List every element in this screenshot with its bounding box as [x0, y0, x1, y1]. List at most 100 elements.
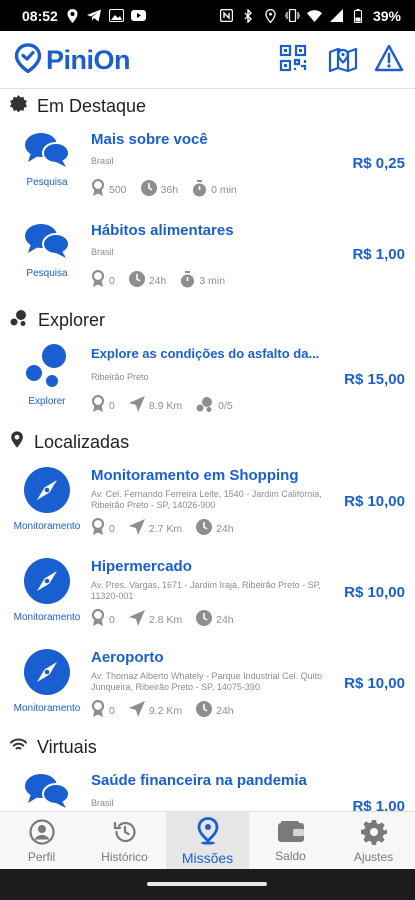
mission-title: Monitoramento em Shopping [91, 467, 299, 484]
mission-price: R$ 10,00 [344, 493, 405, 510]
mission-price: R$ 1,00 [352, 798, 405, 811]
medal-icon [91, 699, 105, 721]
map-button[interactable] [326, 43, 360, 77]
section-title: Virtuais [37, 736, 97, 757]
meta-points: 0 [91, 517, 115, 539]
qr-code-button[interactable] [276, 43, 310, 77]
meta-duration: 24h [128, 271, 167, 290]
bluetooth-icon [241, 8, 256, 23]
nav-label: Perfil [27, 849, 56, 864]
mission-card[interactable]: Monitoramento Aeroporto Av. Thomaz Alber… [0, 649, 415, 739]
section-header-em-destaque: Em Destaque [10, 91, 146, 121]
navigation-icon [128, 519, 145, 538]
location-pin-icon [65, 8, 80, 23]
app-header: PiniOn [0, 31, 415, 89]
mission-icon-wrap: Monitoramento [8, 558, 86, 642]
compass-icon [24, 467, 70, 518]
mission-icon-wrap: Monitoramento [8, 649, 86, 733]
missions-list[interactable]: Em Destaque Pesquisa Mais sobre você Bra… [0, 89, 415, 811]
navigation-icon [128, 701, 145, 720]
clock-icon [196, 519, 213, 538]
meta-points-value: 0 [109, 399, 115, 412]
nav-item-ajustes[interactable]: Ajustes [332, 812, 415, 870]
clock-icon [196, 610, 213, 629]
meta-duration-value: 24h [216, 704, 234, 717]
mission-address: Av. Cel. Fernando Ferreira Leite, 1540 -… [91, 489, 322, 510]
section-header-virtuais: Virtuais [10, 732, 97, 762]
mission-address: Av. Pres. Vargas, 1671 - Jardim Irajá, R… [91, 580, 321, 601]
medal-icon [91, 269, 105, 291]
nfc-icon [219, 8, 234, 23]
alert-button[interactable] [372, 43, 406, 77]
mission-card[interactable]: Monitoramento Monitoramento em Shopping … [0, 467, 415, 557]
home-gesture-handle[interactable] [147, 882, 267, 886]
location-pin-icon [197, 816, 219, 848]
explorer-dots-icon [24, 344, 70, 393]
nav-item-saldo[interactable]: Saldo [249, 812, 332, 870]
mission-meta: 500 36h 0 min [91, 178, 247, 200]
meta-points: 0 [91, 608, 115, 630]
meta-points-value: 0 [109, 274, 115, 287]
clock-icon [196, 701, 213, 720]
section-title: Explorer [38, 309, 106, 330]
wifi-icon [10, 738, 27, 756]
mission-price: R$ 10,00 [344, 675, 405, 692]
system-gesture-bar [0, 869, 415, 900]
dots-icon [196, 396, 214, 415]
mission-location: Brasil [91, 156, 114, 166]
location-icon [263, 8, 278, 23]
mission-icon-wrap: Pesquisa [8, 222, 86, 306]
mission-card[interactable]: Pesquisa Hábitos alimentares Brasil 0 24… [0, 222, 415, 312]
status-bar: 08:52 39% [0, 0, 415, 31]
meta-points-value: 0 [109, 522, 115, 535]
logo-pin-icon [14, 43, 42, 78]
status-right: 39% [219, 8, 401, 24]
dots-icon [10, 309, 28, 331]
section-title: Em Destaque [37, 95, 147, 116]
meta-distance-value: 2.7 Km [148, 522, 183, 535]
logo-text: PiniOn [46, 45, 131, 75]
mission-category: Pesquisa [26, 177, 68, 188]
section-header-localizadas: Localizadas [10, 427, 129, 457]
meta-points: 500 [91, 178, 127, 200]
telegram-icon [87, 8, 102, 23]
status-time: 08:52 [22, 7, 58, 24]
mission-price: R$ 10,00 [344, 584, 405, 601]
mission-price: R$ 0,25 [352, 155, 405, 172]
mission-meta: 0 24h 3 min [91, 269, 235, 291]
mission-card[interactable]: Explorer Explore as condições do asfalto… [0, 344, 415, 434]
mission-icon-wrap: Monitoramento [8, 467, 86, 551]
medal-icon [91, 517, 105, 539]
meta-time-value: 0 min [211, 183, 237, 196]
navigation-icon [128, 396, 145, 415]
timer-icon [180, 270, 195, 291]
wifi-icon [306, 8, 322, 23]
meta-progress-value: 0/5 [218, 399, 233, 412]
mission-title: Mais sobre você [91, 131, 208, 148]
meta-duration-value: 24h [148, 274, 167, 287]
mission-location: Ribeirão Preto [91, 372, 149, 382]
nav-item-historico[interactable]: Histórico [83, 812, 166, 870]
meta-duration: 36h [140, 180, 179, 199]
nav-label: Saldo [275, 848, 306, 863]
section-title: Localizadas [34, 431, 130, 452]
mission-card[interactable]: Monitoramento Hipermercado Av. Pres. Var… [0, 558, 415, 648]
mission-icon-wrap: Pesquisa [8, 131, 86, 215]
bottom-nav: Perfil Histórico Missões Saldo Ajustes [0, 811, 415, 870]
clock-icon [128, 271, 145, 290]
nav-label: Missões [181, 849, 234, 866]
mission-category: Monitoramento [13, 612, 81, 623]
meta-distance: 8.9 Km [128, 396, 182, 415]
medal-icon [91, 608, 105, 630]
mission-card[interactable]: Saúde financeira na pandemia Brasil R$ 1… [0, 772, 415, 811]
meta-distance: 2.8 Km [128, 610, 182, 629]
meta-distance: 9.2 Km [128, 701, 182, 720]
mission-category: Explorer [28, 396, 66, 407]
nav-item-perfil[interactable]: Perfil [0, 812, 83, 870]
nav-item-missoes[interactable]: Missões [166, 812, 249, 870]
history-icon [112, 819, 138, 848]
mission-card[interactable]: Pesquisa Mais sobre você Brasil 500 36h … [0, 131, 415, 221]
meta-duration-value: 36h [160, 183, 179, 196]
mission-address: Av. Thomaz Alberto Whately - Parque Indu… [91, 671, 323, 692]
meta-points-value: 0 [109, 704, 115, 717]
